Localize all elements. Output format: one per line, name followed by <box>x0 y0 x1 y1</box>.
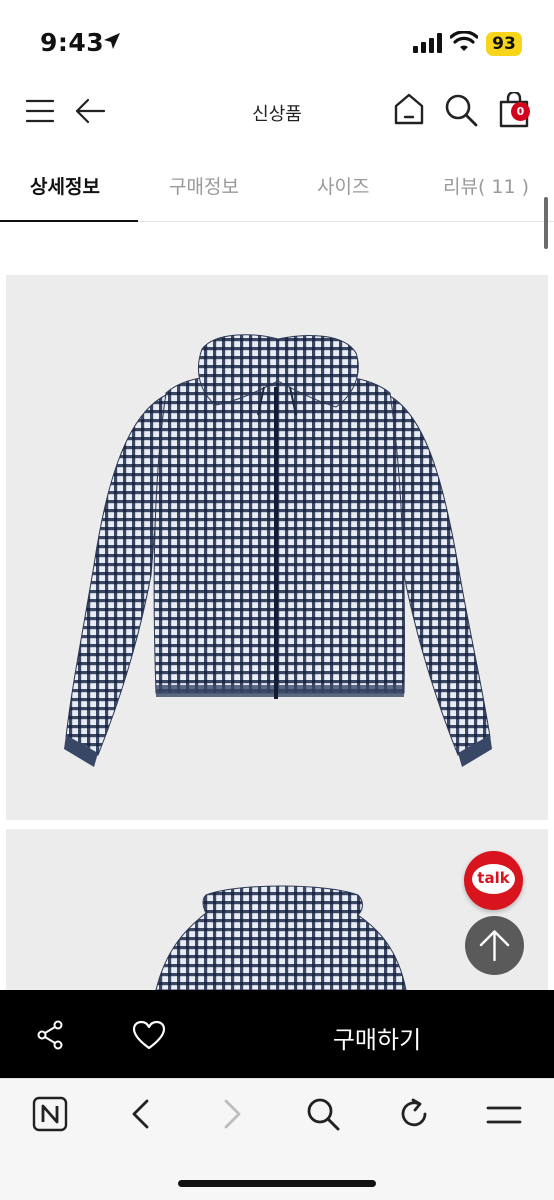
reload-icon[interactable] <box>398 1097 430 1131</box>
active-tab-underline <box>0 220 138 222</box>
scrollbar[interactable] <box>544 197 548 249</box>
home-indicator <box>178 1180 376 1187</box>
heart-icon[interactable] <box>132 1020 166 1050</box>
detail-tabs: 상세정보 구매정보 사이즈 리뷰( 11 ) <box>0 152 554 222</box>
battery-indicator: 93 <box>486 32 522 56</box>
purchase-bar: 구매하기 <box>0 990 554 1078</box>
tab-purchase-info[interactable]: 구매정보 <box>169 172 239 199</box>
buy-button[interactable]: 구매하기 <box>240 1020 514 1055</box>
product-image <box>6 275 548 820</box>
tab-detail-info[interactable]: 상세정보 <box>30 172 100 199</box>
search-icon[interactable] <box>306 1097 340 1131</box>
arrow-up-icon <box>479 930 510 962</box>
chevron-right-icon[interactable] <box>223 1098 243 1130</box>
hamburger-icon[interactable] <box>486 1104 522 1126</box>
image-caption-fragment <box>352 218 356 228</box>
wifi-icon <box>450 31 478 51</box>
product-image-back <box>6 829 548 990</box>
naver-icon[interactable] <box>32 1096 68 1132</box>
status-time: 9:43 <box>40 28 105 57</box>
location-arrow-icon <box>104 33 120 49</box>
chevron-left-icon[interactable] <box>130 1098 150 1130</box>
cart-count-badge: 0 <box>511 102 530 121</box>
tab-size[interactable]: 사이즈 <box>317 172 369 199</box>
kakao-talk-button[interactable]: talk <box>464 851 523 910</box>
tab-reviews[interactable]: 리뷰( 11 ) <box>443 172 529 199</box>
scroll-to-top-button[interactable] <box>465 916 524 975</box>
page-title: 신상품 <box>252 104 302 125</box>
signal-icon <box>413 33 442 53</box>
share-icon[interactable] <box>36 1020 64 1050</box>
status-bar: 9:43 93 <box>0 0 554 80</box>
talk-label: talk <box>477 869 510 887</box>
